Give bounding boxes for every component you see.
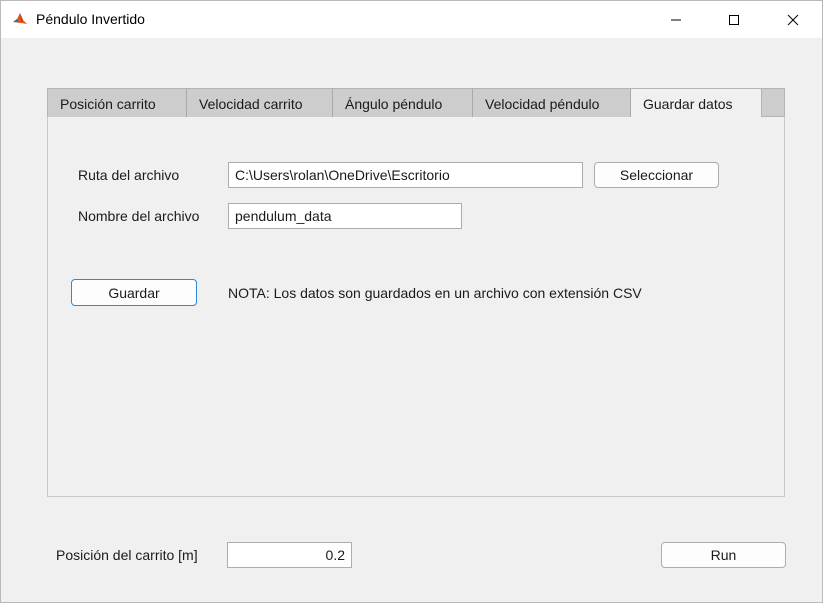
tab-posicion-carrito[interactable]: Posición carrito <box>48 89 187 118</box>
tab-label: Guardar datos <box>643 96 733 112</box>
tab-label: Posición carrito <box>60 95 156 112</box>
tab-strip: Posición carrito Velocidad carrito Ángul… <box>47 88 785 119</box>
filename-field[interactable]: pendulum_data <box>228 203 462 229</box>
tab-guardar-datos[interactable]: Guardar datos <box>631 89 762 119</box>
tab-label: Velocidad péndulo <box>485 95 600 112</box>
tab-label: Ángulo péndulo <box>345 95 443 112</box>
save-data-panel: Ruta del archivo C:\Users\rolan\OneDrive… <box>47 117 785 497</box>
app-window: Péndulo Invertido Posición carrito Veloc… <box>0 0 823 603</box>
title-bar: Péndulo Invertido <box>1 1 822 38</box>
cart-position-label: Posición del carrito [m] <box>56 547 198 563</box>
csv-note: NOTA: Los datos son guardados en un arch… <box>228 285 642 301</box>
window-title: Péndulo Invertido <box>36 11 145 27</box>
maximize-button[interactable] <box>705 1 763 38</box>
minimize-button[interactable] <box>647 1 705 38</box>
path-field[interactable]: C:\Users\rolan\OneDrive\Escritorio <box>228 162 583 188</box>
run-button[interactable]: Run <box>661 542 786 568</box>
minimize-icon <box>671 19 681 20</box>
tab-velocidad-pendulo[interactable]: Velocidad péndulo <box>473 89 631 118</box>
filename-label: Nombre del archivo <box>78 208 200 224</box>
matlab-logo-icon <box>12 11 28 27</box>
close-icon <box>787 14 799 25</box>
close-button[interactable] <box>764 1 822 38</box>
select-button[interactable]: Seleccionar <box>594 162 719 188</box>
maximize-icon <box>729 14 739 25</box>
tab-velocidad-carrito[interactable]: Velocidad carrito <box>187 89 333 118</box>
tab-label: Velocidad carrito <box>199 95 303 112</box>
path-label: Ruta del archivo <box>78 167 180 183</box>
save-button[interactable]: Guardar <box>71 279 197 306</box>
tab-group: Posición carrito Velocidad carrito Ángul… <box>47 88 785 497</box>
cart-position-field[interactable]: 0.2 <box>227 542 352 568</box>
tab-angulo-pendulo[interactable]: Ángulo péndulo <box>333 89 473 118</box>
